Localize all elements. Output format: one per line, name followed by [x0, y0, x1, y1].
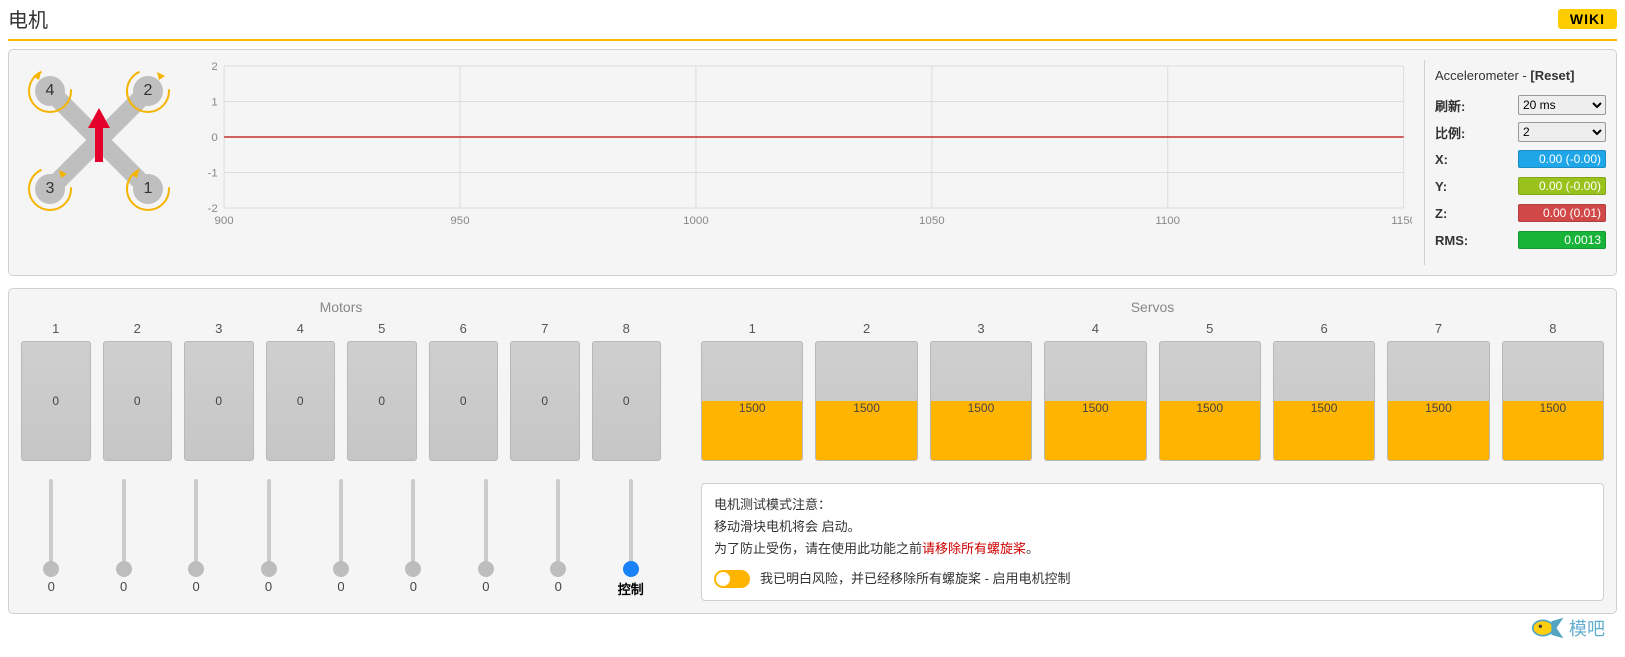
y-value: 0.00 (-0.00) [1518, 177, 1606, 195]
warning-panel: 电机测试模式注意： 移动滑块电机将会 启动。 为了防止受伤，请在使用此功能之前请… [701, 483, 1604, 601]
servo-num-7: 7 [1435, 321, 1442, 337]
slider-value-2: 0 [120, 579, 127, 594]
servo-num-2: 2 [863, 321, 870, 337]
svg-text:0: 0 [211, 132, 217, 144]
slider-value-7: 0 [482, 579, 489, 594]
svg-text:1000: 1000 [683, 215, 709, 227]
accelerometer-chart: -2 -1 0 1 2 900 950 1000 1050 1100 1150 [199, 60, 1424, 230]
motor-slider-6[interactable] [411, 479, 415, 569]
slider-value-9: 控制 [618, 579, 644, 598]
svg-text:950: 950 [450, 215, 469, 227]
motor-bar-7: 0 [510, 341, 580, 461]
svg-text:1100: 1100 [1155, 215, 1180, 227]
servo-num-6: 6 [1320, 321, 1327, 337]
servo-num-5: 5 [1206, 321, 1213, 337]
motor-num-4: 4 [297, 321, 304, 337]
motor-slider-5[interactable] [339, 479, 343, 569]
slider-value-1: 0 [48, 579, 55, 594]
motor-bar-2: 0 [103, 341, 173, 461]
servo-bar-5: 1500 [1159, 341, 1261, 461]
accelerometer-label: Accelerometer - [1435, 68, 1530, 83]
motor-slider-7[interactable] [484, 479, 488, 569]
servo-bar-6: 1500 [1273, 341, 1375, 461]
wiki-button[interactable]: WIKI [1558, 9, 1617, 29]
motors-title: Motors [21, 299, 661, 315]
motor-num-8: 8 [623, 321, 630, 337]
servo-num-8: 8 [1549, 321, 1556, 337]
watermark: 模吧 [1531, 615, 1605, 641]
motor-num-7: 7 [541, 321, 548, 337]
motor-bar-5: 0 [347, 341, 417, 461]
motor-bar-3: 0 [184, 341, 254, 461]
motor-slider-4[interactable] [267, 479, 271, 569]
warning-line2: 移动滑块电机将会 启动。 [714, 516, 1591, 538]
enable-motor-toggle[interactable] [714, 570, 750, 588]
scale-label: 比例: [1435, 123, 1518, 142]
forward-arrow-icon [91, 108, 107, 168]
svg-text:1150: 1150 [1391, 215, 1412, 227]
motor-num-5: 5 [378, 321, 385, 337]
motor-bar-1: 0 [21, 341, 91, 461]
slider-value-4: 0 [265, 579, 272, 594]
motor-layout-diagram: 4 2 3 1 [19, 60, 179, 220]
motor-num-1: 1 [52, 321, 59, 337]
accelerometer-controls: Accelerometer - [Reset] 刷新:20 ms 比例:2 X:… [1424, 60, 1616, 265]
y-label: Y: [1435, 179, 1518, 194]
refresh-select[interactable]: 20 ms [1518, 95, 1606, 115]
z-label: Z: [1435, 206, 1518, 221]
servo-bar-3: 1500 [930, 341, 1032, 461]
slider-value-5: 0 [337, 579, 344, 594]
svg-text:900: 900 [214, 215, 233, 227]
servo-bar-4: 1500 [1044, 341, 1146, 461]
svg-text:-2: -2 [208, 203, 218, 215]
page-title: 电机 [8, 4, 1558, 33]
svg-text:1: 1 [211, 97, 217, 109]
motor-4-icon: 4 [27, 68, 73, 114]
slider-value-6: 0 [410, 579, 417, 594]
motor-num-6: 6 [460, 321, 467, 337]
scale-select[interactable]: 2 [1518, 122, 1606, 142]
motor-3-icon: 3 [27, 166, 73, 212]
accelerometer-panel: 4 2 3 1 -2 -1 0 1 2 900 950 1000 1050 1100 1150 Ac… [8, 49, 1617, 276]
motor-slider-3[interactable] [194, 479, 198, 569]
refresh-label: 刷新: [1435, 96, 1518, 115]
servo-bar-8: 1500 [1502, 341, 1604, 461]
master-slider[interactable] [629, 479, 633, 569]
svg-text:2: 2 [211, 61, 217, 73]
servos-title: Servos [701, 299, 1604, 315]
servo-num-4: 4 [1092, 321, 1099, 337]
motor-slider-2[interactable] [122, 479, 126, 569]
motor-slider-8[interactable] [556, 479, 560, 569]
toggle-label: 我已明白风险，并已经移除所有螺旋桨 - 启用电机控制 [760, 568, 1071, 590]
motors-servos-panel: Motors 1 0 2 0 3 0 4 0 5 0 6 [8, 288, 1617, 614]
warning-line3: 为了防止受伤，请在使用此功能之前请移除所有螺旋桨。 [714, 538, 1591, 560]
slider-value-3: 0 [192, 579, 199, 594]
svg-text:1050: 1050 [919, 215, 945, 227]
motor-bar-6: 0 [429, 341, 499, 461]
header-divider [8, 39, 1617, 41]
servo-bar-7: 1500 [1387, 341, 1489, 461]
z-value: 0.00 (0.01) [1518, 204, 1606, 222]
x-label: X: [1435, 152, 1518, 167]
rms-value: 0.0013 [1518, 231, 1606, 249]
motor-bar-8: 0 [592, 341, 662, 461]
motor-num-2: 2 [134, 321, 141, 337]
servo-bar-2: 1500 [815, 341, 917, 461]
servo-num-1: 1 [749, 321, 756, 337]
x-value: 0.00 (-0.00) [1518, 150, 1606, 168]
motor-2-icon: 2 [125, 68, 171, 114]
reset-link[interactable]: [Reset] [1530, 68, 1574, 83]
rms-label: RMS: [1435, 233, 1518, 248]
motor-1-icon: 1 [125, 166, 171, 212]
servo-num-3: 3 [977, 321, 984, 337]
motor-bar-4: 0 [266, 341, 336, 461]
slider-value-8: 0 [555, 579, 562, 594]
motor-slider-1[interactable] [49, 479, 53, 569]
servo-bar-1: 1500 [701, 341, 803, 461]
warning-line1: 电机测试模式注意： [714, 494, 1591, 516]
svg-text:-1: -1 [208, 168, 218, 180]
motor-num-3: 3 [215, 321, 222, 337]
